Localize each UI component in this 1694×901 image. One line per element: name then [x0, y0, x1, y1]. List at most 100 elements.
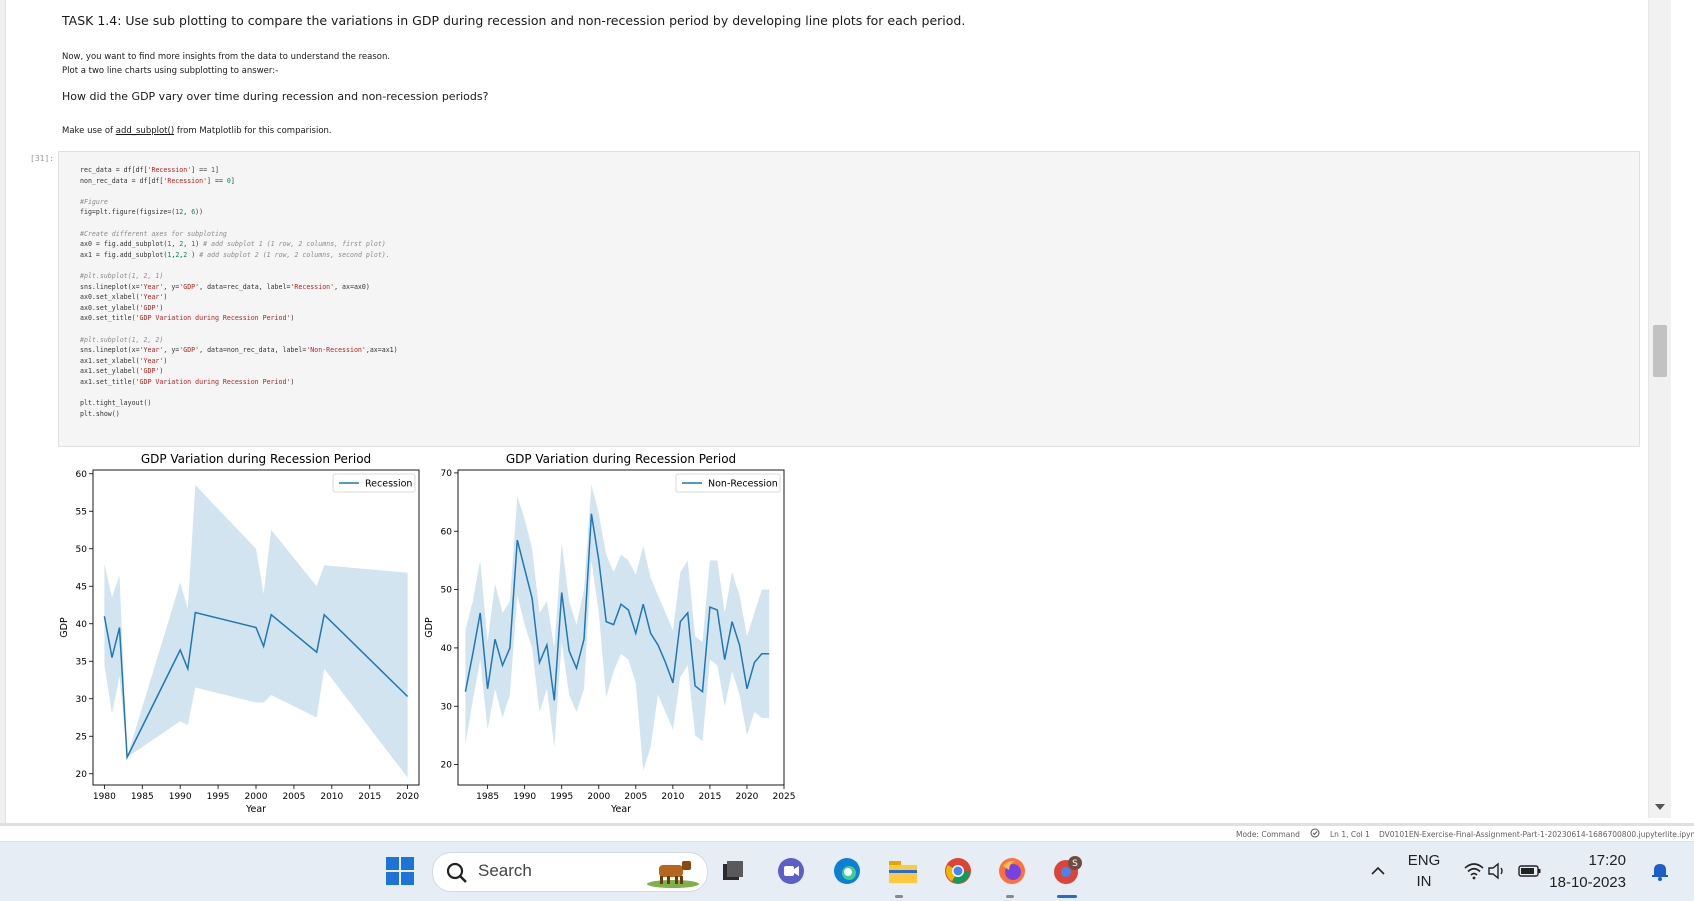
y-tick-label: 35 — [76, 657, 87, 667]
file-explorer-icon[interactable] — [884, 852, 922, 890]
code-line: ax0.set_ylabel('GDP') — [80, 303, 164, 312]
x-tick-label: 1985 — [131, 792, 154, 802]
status-bar: Mode: Command Ln 1, Col 1 DV0101EN-Exerc… — [0, 823, 1694, 842]
scroll-down-arrow-icon[interactable] — [1655, 804, 1665, 810]
code-line: plt.tight_layout() — [80, 399, 152, 408]
x-tick-label: 1985 — [476, 792, 499, 802]
language-indicator-bottom[interactable]: IN — [1406, 873, 1442, 890]
code-line: rec_data = df[df['Recession'] == 1] — [80, 166, 219, 174]
code-line: plt.show() — [80, 409, 120, 418]
battery-icon[interactable] — [1511, 852, 1549, 890]
svg-text:S: S — [1072, 859, 1078, 869]
firefox-running-indicator — [1006, 895, 1014, 898]
recession-chart: GDP Variation during Recession Period 198… — [59, 452, 420, 815]
notification-bell-icon[interactable] — [1641, 852, 1679, 890]
x-tick-label: 2005 — [282, 792, 305, 802]
markdown-text-2: Plot a two line charts using subplotting… — [62, 66, 279, 76]
code-line: sns.lineplot(x='Year', y='GDP', data=rec… — [80, 282, 370, 291]
x-tick-label: 2000 — [245, 792, 268, 802]
windows-start-icon[interactable] — [381, 852, 419, 890]
chrome-active-indicator — [1057, 895, 1077, 898]
y-tick-label: 25 — [76, 732, 87, 742]
x-tick-label: 2020 — [736, 792, 759, 802]
usage-note: Make use of add_subplot() from Matplotli… — [62, 126, 332, 136]
code-line: fig=plt.figure(figsize=(12, 6)) — [80, 208, 204, 217]
non-recession-chart: GDP Variation during Recession Period 198… — [424, 452, 795, 815]
taskbar-search-box[interactable]: Search — [432, 852, 708, 892]
firefox-icon[interactable] — [993, 852, 1031, 890]
x-tick-label: 2005 — [624, 792, 647, 802]
x-tick-label: 1990 — [169, 792, 192, 802]
add-subplot-link[interactable]: add_subplot() — [116, 126, 174, 136]
y-tick-label: 30 — [76, 695, 88, 705]
notebook-area: TASK 1.4: Use sub plotting to compare th… — [0, 0, 1694, 823]
code-line: ax1.set_ylabel('GDP') — [80, 367, 164, 376]
code-editor[interactable]: rec_data = df[df['Recession'] == 1] non_… — [80, 165, 398, 419]
y-tick-label: 20 — [76, 770, 88, 780]
code-line: sns.lineplot(x='Year', y='GDP', data=non… — [80, 346, 398, 355]
task-view-icon[interactable] — [714, 852, 752, 890]
y-tick-label: 40 — [76, 620, 88, 630]
chrome-profile-icon[interactable]: S — [1049, 852, 1087, 890]
search-highlight-cow-icon — [645, 856, 703, 892]
x-tick-label: 1995 — [550, 792, 573, 802]
edge-browser-icon[interactable] — [828, 852, 866, 890]
legend-label: Recession — [365, 479, 412, 490]
code-cell[interactable]: rec_data = df[df['Recession'] == 1] non_… — [58, 151, 1640, 447]
code-line: ax1.set_title('GDP Variation during Rece… — [80, 377, 295, 386]
teams-meet-icon[interactable] — [772, 852, 810, 890]
question-text: How did the GDP vary over time during re… — [62, 90, 489, 103]
task-heading: TASK 1.4: Use sub plotting to compare th… — [62, 13, 966, 28]
x-tick-label: 2015 — [698, 792, 721, 802]
chevron-up-icon[interactable] — [1359, 852, 1397, 890]
code-line: ax0.set_title('GDP Variation during Rece… — [80, 314, 295, 323]
code-line: ax0 = fig.add_subplot(1, 2, 1) # add sub… — [80, 240, 386, 249]
y-tick-label: 40 — [441, 644, 453, 654]
code-line: #Figure — [80, 197, 108, 206]
x-axis-label: Year — [610, 804, 631, 815]
code-line: #plt.subplot(1, 2, 2) — [80, 335, 164, 344]
legend-label: Non-Recession — [708, 479, 778, 490]
shield-icon[interactable] — [1310, 828, 1320, 840]
y-tick-label: 45 — [76, 582, 87, 592]
x-tick-label: 2015 — [358, 792, 381, 802]
code-line: #Create different axes for subploting — [80, 229, 227, 238]
scrollbar-thumb[interactable] — [1653, 325, 1667, 377]
search-label: Search — [478, 861, 532, 880]
y-tick-label: 60 — [76, 470, 88, 480]
usage-suffix: from Matplotlib for this comparision. — [174, 126, 332, 136]
y-tick-label: 55 — [76, 507, 87, 517]
windows-taskbar: Search S ENG IN 17:20 18-10-2023 — [0, 841, 1694, 901]
vertical-scrollbar[interactable] — [1648, 0, 1671, 818]
clock-date[interactable]: 18-10-2023 — [1546, 874, 1626, 891]
language-indicator-top[interactable]: ENG — [1406, 852, 1442, 869]
confidence-band — [104, 485, 408, 778]
y-tick-label: 20 — [441, 761, 453, 771]
y-tick-label: 50 — [76, 545, 88, 555]
x-tick-label: 2000 — [587, 792, 610, 802]
clock-time[interactable]: 17:20 — [1556, 852, 1626, 869]
code-line: non_rec_data = df[df['Recession'] == 0] — [80, 176, 235, 185]
status-cursor-position[interactable]: Ln 1, Col 1 — [1330, 830, 1370, 839]
cell-execution-count: [31]: — [30, 154, 55, 163]
left-sidebar-edge — [0, 0, 6, 823]
y-tick-label: 60 — [441, 527, 453, 537]
code-line: ax0.set_xlabel('Year') — [80, 293, 168, 302]
x-tick-label: 1990 — [513, 792, 536, 802]
search-icon — [446, 862, 468, 888]
chart-title: GDP Variation during Recession Period — [141, 452, 371, 466]
x-tick-label: 1980 — [93, 792, 116, 802]
status-filename: DV0101EN-Exercise-Final-Assignment-Part-… — [1379, 830, 1694, 839]
chrome-icon[interactable] — [939, 852, 977, 890]
y-axis-label: GDP — [59, 617, 70, 638]
y-tick-label: 50 — [441, 586, 453, 596]
x-tick-label: 1995 — [207, 792, 230, 802]
chart-title: GDP Variation during Recession Period — [506, 452, 736, 466]
markdown-text-1: Now, you want to find more insights from… — [62, 52, 391, 62]
y-tick-label: 70 — [441, 469, 453, 479]
usage-prefix: Make use of — [62, 126, 116, 136]
x-tick-label: 2020 — [396, 792, 419, 802]
file-explorer-running-indicator — [895, 895, 903, 898]
code-line: ax1 = fig.add_subplot(1,2,2 ) # add subp… — [80, 250, 390, 259]
status-mode[interactable]: Mode: Command — [1236, 830, 1300, 839]
